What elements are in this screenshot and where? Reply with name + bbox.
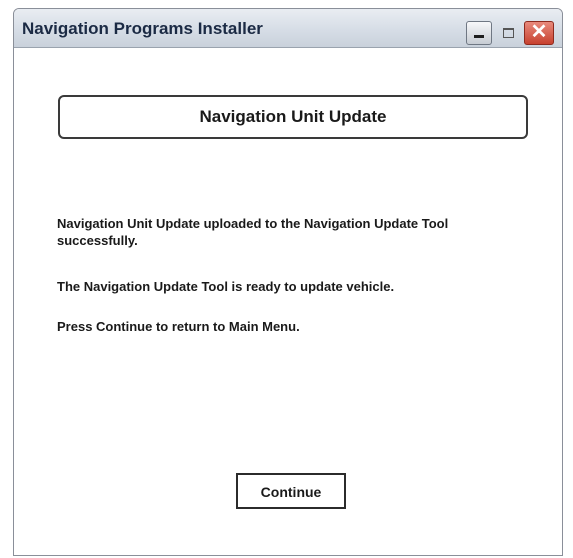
maximize-button[interactable] — [496, 21, 520, 45]
installer-window: Navigation Programs Installer ✕ Navigati… — [13, 8, 563, 556]
close-icon: ✕ — [530, 21, 548, 43]
upload-success-message: Navigation Unit Update uploaded to the N… — [57, 216, 449, 248]
section-header: Navigation Unit Update — [58, 95, 528, 139]
maximize-icon — [502, 28, 514, 38]
minimize-icon — [474, 35, 484, 38]
window-title: Navigation Programs Installer — [22, 19, 263, 38]
minimize-button[interactable] — [466, 21, 492, 45]
close-button[interactable]: ✕ — [524, 21, 554, 45]
title-bar[interactable]: Navigation Programs Installer ✕ — [14, 9, 562, 48]
ready-message: The Navigation Update Tool is ready to u… — [57, 279, 395, 294]
instruction-message: Press Continue to return to Main Menu. — [57, 319, 300, 334]
continue-button[interactable]: Continue — [236, 473, 346, 509]
